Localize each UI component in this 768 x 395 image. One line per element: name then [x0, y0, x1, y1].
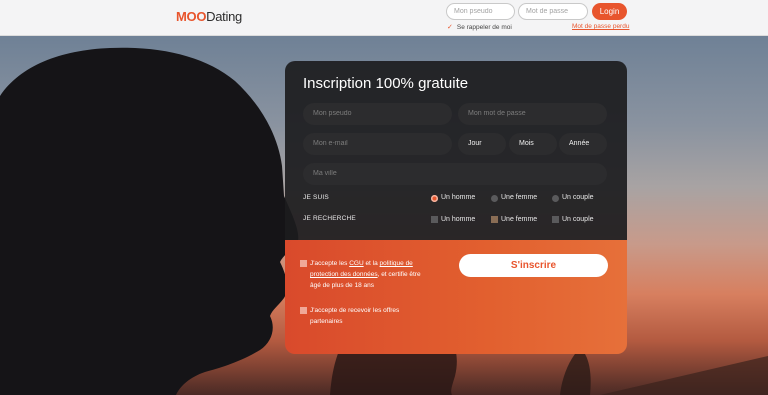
signup-submit-button[interactable]: S'inscrire — [459, 254, 608, 277]
email-input[interactable] — [303, 133, 452, 155]
offers-label: J'accepte de recevoir les offres partena… — [310, 307, 400, 325]
birth-day-select[interactable]: Jour — [458, 133, 506, 155]
birth-month-select[interactable]: Mois — [509, 133, 557, 155]
terms-label: J'accepte les CGU et la politique de pro… — [310, 258, 430, 291]
login-password-input[interactable] — [518, 3, 588, 20]
check-icon: ✓ — [447, 24, 453, 31]
logo-text: Dating — [206, 9, 242, 24]
terms-text-2: et la — [363, 260, 380, 267]
remember-me[interactable]: ✓ Se rappeler de moi — [447, 23, 512, 31]
terms-text-1: J'accepte les — [310, 260, 350, 267]
offers-checkbox[interactable] — [300, 307, 307, 314]
cgu-link[interactable]: CGU — [349, 260, 363, 267]
city-input[interactable] — [303, 163, 607, 185]
i-am-man-radio[interactable] — [431, 195, 438, 202]
looking-for-label: JE RECHERCHE — [303, 215, 356, 222]
i-am-man-label: Un homme — [441, 194, 476, 201]
looking-for-couple-checkbox[interactable] — [552, 216, 559, 223]
signup-card-top: Inscription 100% gratuite Jour Mois Anné… — [285, 61, 627, 240]
logo[interactable]: MOODating — [176, 9, 242, 24]
looking-for-woman-checkbox[interactable] — [491, 216, 498, 223]
i-am-couple-label: Un couple — [562, 194, 594, 201]
remember-me-label: Se rappeler de moi — [456, 24, 512, 31]
birth-month-label: Mois — [519, 140, 534, 147]
i-am-couple-radio[interactable] — [552, 195, 559, 202]
login-button[interactable]: Login — [592, 3, 627, 20]
looking-for-couple-label: Un couple — [562, 216, 594, 223]
signup-title: Inscription 100% gratuite — [303, 75, 469, 92]
looking-for-woman-label: Une femme — [501, 216, 538, 223]
i-am-woman-label: Une femme — [501, 194, 538, 201]
i-am-label: JE SUIS — [303, 194, 329, 201]
birth-year-select[interactable]: Année — [559, 133, 607, 155]
forgot-password-link[interactable]: Mot de passe perdu — [572, 23, 629, 30]
looking-for-man-label: Un homme — [441, 216, 476, 223]
login-pseudo-input[interactable] — [446, 3, 515, 20]
pseudo-input[interactable] — [303, 103, 452, 125]
birth-day-label: Jour — [468, 140, 482, 147]
logo-mark: MOO — [176, 9, 207, 24]
looking-for-man-checkbox[interactable] — [431, 216, 438, 223]
signup-card: Inscription 100% gratuite Jour Mois Anné… — [285, 61, 627, 354]
terms-checkbox[interactable] — [300, 260, 307, 267]
i-am-woman-radio[interactable] — [491, 195, 498, 202]
top-bar: MOODating Login ✓Se rappeler de moi Mot … — [0, 0, 768, 36]
password-input[interactable] — [458, 103, 607, 125]
birth-year-label: Année — [569, 140, 590, 147]
